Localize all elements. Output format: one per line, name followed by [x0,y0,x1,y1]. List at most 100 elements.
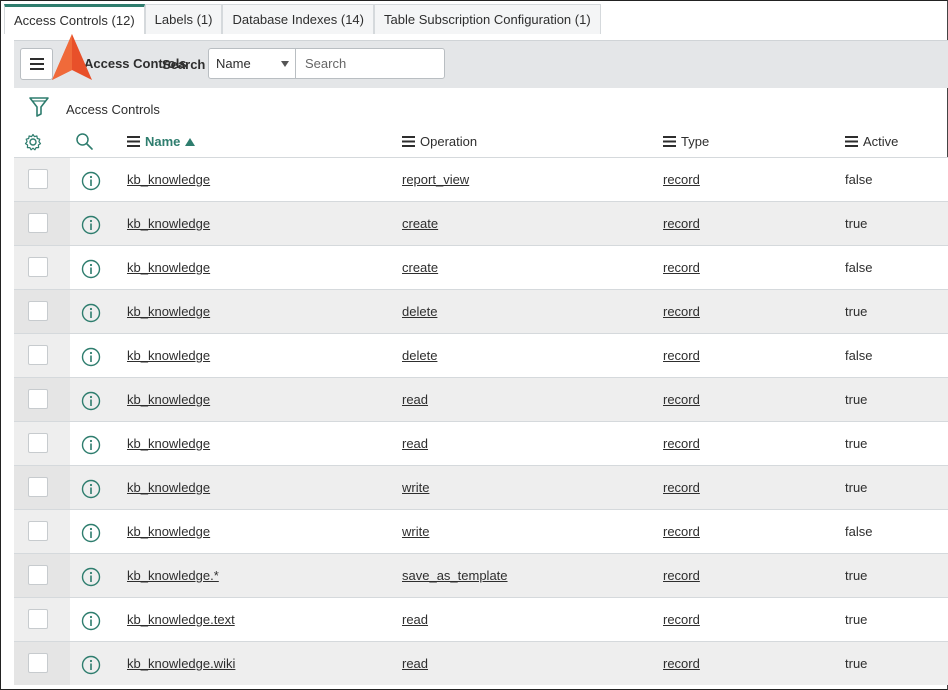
filter-icon[interactable] [28,96,50,118]
table-row: kb_knowledge create record false [14,245,948,289]
row-operation-link[interactable]: create [402,216,438,231]
row-operation-link[interactable]: write [402,480,429,495]
row-type-link[interactable]: record [663,480,700,495]
list-header-bar: Access Controls Search Name [14,40,948,88]
search-field-select[interactable]: Name [208,48,296,79]
row-active-value: false [845,260,873,275]
row-operation-link[interactable]: delete [402,348,437,363]
row-type-link[interactable]: record [663,524,700,539]
row-active-value: true [845,304,868,319]
row-checkbox[interactable] [28,213,48,233]
row-name-link[interactable]: kb_knowledge.text [127,612,235,627]
row-operation-link[interactable]: read [402,392,428,407]
row-active-value: false [845,524,873,539]
row-name-link[interactable]: kb_knowledge.* [127,568,219,583]
tab-access-controls[interactable]: Access Controls (12) [4,4,145,34]
row-name-link[interactable]: kb_knowledge [127,524,210,539]
row-operation-link[interactable]: write [402,524,429,539]
table-row: kb_knowledge delete record true [14,289,948,333]
row-name-link[interactable]: kb_knowledge [127,348,210,363]
row-checkbox[interactable] [28,653,48,673]
row-operation-link[interactable]: delete [402,304,437,319]
row-select-cell [14,246,70,289]
column-label-name: Name [145,134,181,149]
info-icon[interactable] [81,303,101,323]
column-label-operation: Operation [420,134,478,149]
row-operation-link[interactable]: create [402,260,438,275]
row-checkbox[interactable] [28,477,48,497]
info-icon[interactable] [81,259,101,279]
row-type-link[interactable]: record [663,436,700,451]
gear-icon[interactable] [24,133,42,151]
row-name-link[interactable]: kb_knowledge [127,392,210,407]
row-name-link[interactable]: kb_knowledge [127,172,210,187]
row-checkbox[interactable] [28,521,48,541]
row-type-link[interactable]: record [663,568,700,583]
row-name-link[interactable]: kb_knowledge.wiki [127,656,235,671]
column-menu-icon[interactable] [845,136,858,147]
row-checkbox[interactable] [28,257,48,277]
arrow-pointer-icon [52,34,92,80]
info-icon[interactable] [81,391,101,411]
row-type-link[interactable]: record [663,260,700,275]
column-header-active[interactable]: Active [845,134,898,149]
row-operation-link[interactable]: read [402,612,428,627]
row-type-link[interactable]: record [663,392,700,407]
row-type-link[interactable]: record [663,612,700,627]
row-operation-link[interactable]: save_as_template [402,568,508,583]
tab-table-subscription-configuration[interactable]: Table Subscription Configuration (1) [374,4,601,34]
row-select-cell [14,466,70,509]
info-icon[interactable] [81,655,101,675]
column-header-type[interactable]: Type [663,134,709,149]
info-icon[interactable] [81,611,101,631]
row-type-link[interactable]: record [663,656,700,671]
column-menu-icon[interactable] [402,136,415,147]
row-type-link[interactable]: record [663,348,700,363]
row-checkbox[interactable] [28,609,48,629]
row-name-link[interactable]: kb_knowledge [127,216,210,231]
row-name-link[interactable]: kb_knowledge [127,260,210,275]
row-checkbox[interactable] [28,565,48,585]
search-icon[interactable] [75,132,94,151]
breadcrumb-item[interactable]: Access Controls [66,102,160,117]
row-name-link[interactable]: kb_knowledge [127,480,210,495]
breadcrumb: Access Controls [28,96,428,120]
column-menu-icon[interactable] [127,136,140,147]
table-row: kb_knowledge read record true [14,421,948,465]
row-operation-link[interactable]: report_view [402,172,469,187]
row-operation-link[interactable]: read [402,656,428,671]
info-icon[interactable] [81,479,101,499]
row-type-link[interactable]: record [663,172,700,187]
row-active-value: true [845,568,868,583]
info-icon[interactable] [81,347,101,367]
info-icon[interactable] [81,567,101,587]
row-select-cell [14,422,70,465]
row-operation-link[interactable]: read [402,436,428,451]
table-row: kb_knowledge read record true [14,377,948,421]
row-checkbox[interactable] [28,389,48,409]
info-icon[interactable] [81,435,101,455]
column-header-operation[interactable]: Operation [402,134,477,149]
row-checkbox[interactable] [28,433,48,453]
row-checkbox[interactable] [28,169,48,189]
info-icon[interactable] [81,523,101,543]
row-type-link[interactable]: record [663,304,700,319]
tab-labels[interactable]: Labels (1) [144,4,223,34]
row-name-link[interactable]: kb_knowledge [127,304,210,319]
table-body: kb_knowledge report_view record false kb_kno… [14,157,948,685]
column-label-type: Type [681,134,710,149]
row-checkbox[interactable] [28,345,48,365]
row-checkbox[interactable] [28,301,48,321]
search-field-select-value: Name [216,56,251,71]
column-header-name[interactable]: Name [127,134,196,149]
search-input[interactable] [295,48,445,79]
info-icon[interactable] [81,171,101,191]
tab-database-indexes[interactable]: Database Indexes (14) [222,4,374,34]
column-menu-icon[interactable] [663,136,676,147]
row-type-link[interactable]: record [663,216,700,231]
row-select-cell [14,554,70,597]
info-icon[interactable] [81,215,101,235]
list-menu-button[interactable] [20,48,53,80]
row-name-link[interactable]: kb_knowledge [127,436,210,451]
row-active-value: true [845,480,868,495]
